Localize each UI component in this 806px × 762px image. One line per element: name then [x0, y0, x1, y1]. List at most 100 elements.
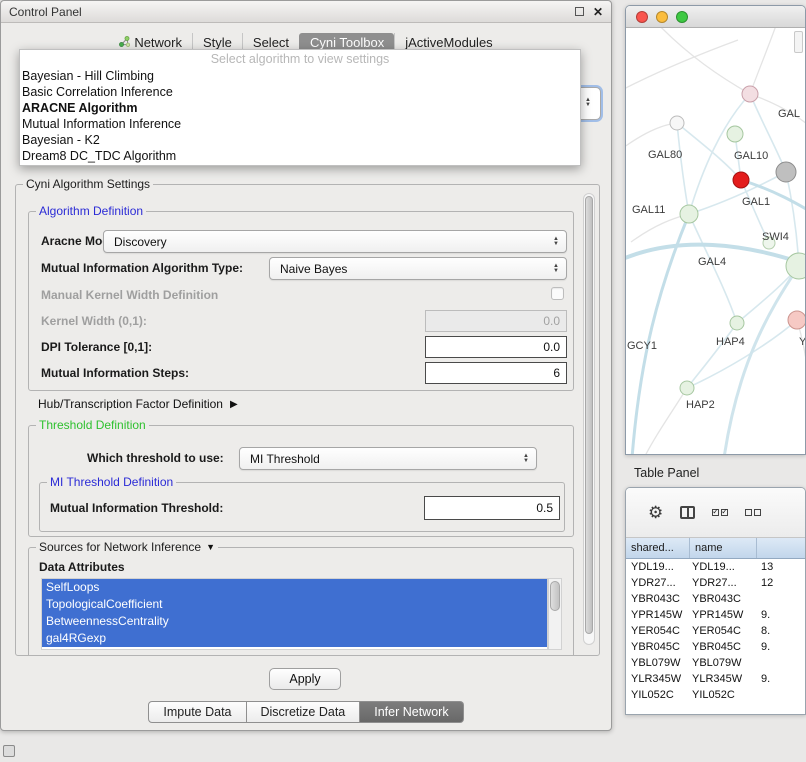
- node-label: GAL1: [742, 196, 770, 208]
- tab-label: Select: [253, 35, 289, 50]
- settings-scrollbar[interactable]: [583, 193, 595, 645]
- bottom-tab-impute-data[interactable]: Impute Data: [148, 701, 246, 723]
- apply-button[interactable]: Apply: [269, 668, 341, 690]
- bottom-tab-infer-network[interactable]: Infer Network: [360, 701, 463, 723]
- table-row[interactable]: YPR145WYPR145W9.: [626, 607, 805, 623]
- control-panel-window: Control Panel ✕ NetworkStyleSelectCyni T…: [0, 0, 612, 731]
- settings-group-title: Cyni Algorithm Settings: [23, 177, 153, 191]
- table-cell: 8.: [757, 625, 805, 637]
- algorithm-option-basic-correlation-inference[interactable]: Basic Correlation Inference: [20, 84, 580, 100]
- algorithm-placeholder: Select algorithm to view settings: [20, 51, 580, 68]
- network-node[interactable]: [730, 316, 744, 330]
- hub-definition-toggle[interactable]: Hub/Transcription Factor Definition ▶: [38, 397, 238, 411]
- table-cell: YBR043C: [626, 593, 690, 605]
- tab-label: Cyni Toolbox: [310, 35, 384, 50]
- which-threshold-label: Which threshold to use:: [87, 451, 224, 465]
- network-window-titlebar: [626, 6, 805, 28]
- zoom-traffic-light-icon[interactable]: [676, 11, 688, 23]
- table-cell: YBR045C: [690, 641, 757, 653]
- algorithm-option-bayesian-hill-climbing[interactable]: Bayesian - Hill Climbing: [20, 68, 580, 84]
- table-row[interactable]: YER054CYER054C8.: [626, 623, 805, 639]
- threshold-type-value: MI Threshold: [250, 452, 320, 466]
- table-cell: YBL079W: [626, 657, 690, 669]
- column-header-shared[interactable]: shared...: [626, 538, 690, 558]
- table-row[interactable]: YDL19...YDL19...13: [626, 559, 805, 575]
- sources-group-title[interactable]: Sources for Network Inference ▼: [36, 540, 218, 554]
- network-edge: [677, 123, 689, 214]
- algorithm-option-bayesian-k2[interactable]: Bayesian - K2: [20, 132, 580, 148]
- column-header-name[interactable]: name: [690, 538, 757, 558]
- table-row[interactable]: YBL079WYBL079W: [626, 655, 805, 671]
- network-node[interactable]: [670, 116, 684, 130]
- bottom-tab-discretize-data[interactable]: Discretize Data: [247, 701, 361, 723]
- network-scrollbar[interactable]: [794, 31, 803, 53]
- algorithm-definition-group: Algorithm Definition Aracne Mode: Discov…: [28, 211, 574, 391]
- columns-icon[interactable]: [680, 506, 695, 519]
- node-label: GAL11: [632, 204, 665, 216]
- table-row[interactable]: YDR27...YDR27...12: [626, 575, 805, 591]
- network-canvas[interactable]: GALGAL80GAL10GAL11GAL1SWI4GAL4GCY1HAP4HA…: [626, 28, 806, 455]
- threshold-type-select[interactable]: MI Threshold ▲▼: [239, 447, 537, 470]
- algorithm-options: Bayesian - Hill ClimbingBasic Correlatio…: [20, 68, 580, 164]
- gear-icon[interactable]: ⚙: [648, 504, 663, 521]
- attribute-item-gal4rgexp[interactable]: gal4RGexp: [42, 630, 547, 647]
- aracne-mode-select[interactable]: Discovery ▲▼: [103, 230, 567, 253]
- data-attributes-label: Data Attributes: [39, 560, 125, 574]
- attribute-item-selfloops[interactable]: SelfLoops: [42, 579, 547, 596]
- table-row[interactable]: YBR043CYBR043C: [626, 591, 805, 607]
- minimized-panel-icon[interactable]: [3, 745, 15, 757]
- close-icon[interactable]: ✕: [593, 7, 603, 17]
- attribute-item-betweennesscentrality[interactable]: BetweennessCentrality: [42, 613, 547, 630]
- table-cell: YDL19...: [690, 561, 757, 573]
- attributes-scrollbar-thumb[interactable]: [550, 581, 560, 611]
- sources-title-label: Sources for Network Inference: [39, 540, 201, 554]
- network-node[interactable]: [680, 381, 694, 395]
- table-cell: 12: [757, 577, 805, 589]
- select-all-columns-icon[interactable]: [712, 509, 728, 516]
- dpi-tolerance-input[interactable]: 0.0: [425, 336, 567, 358]
- settings-scrollbar-thumb[interactable]: [585, 196, 593, 634]
- network-node[interactable]: [680, 205, 698, 223]
- table-cell: YLR345W: [626, 673, 690, 685]
- algorithm-dropdown-popup: Select algorithm to view settings Bayesi…: [19, 49, 581, 166]
- algorithm-option-mutual-information-inference[interactable]: Mutual Information Inference: [20, 116, 580, 132]
- mi-threshold-label: Mutual Information Threshold:: [50, 501, 223, 515]
- node-label: GAL: [778, 108, 800, 120]
- hub-definition-label: Hub/Transcription Factor Definition: [38, 397, 223, 411]
- network-edge: [786, 172, 799, 266]
- network-node[interactable]: [727, 126, 743, 142]
- algorithm-option-dream8-dc-tdc-algorithm[interactable]: Dream8 DC_TDC Algorithm: [20, 148, 580, 164]
- expand-right-icon: ▶: [230, 399, 238, 410]
- mi-type-select[interactable]: Naive Bayes ▲▼: [269, 257, 567, 280]
- attributes-scrollbar[interactable]: [548, 578, 562, 650]
- column-header-2[interactable]: [757, 538, 805, 558]
- sources-group: Sources for Network Inference ▼ Data Att…: [28, 547, 574, 655]
- node-label: HAP2: [686, 399, 715, 411]
- attribute-item-topologicalcoefficient[interactable]: TopologicalCoefficient: [42, 596, 547, 613]
- network-node[interactable]: [733, 172, 749, 188]
- network-node[interactable]: [776, 162, 796, 182]
- table-cell: YPR145W: [690, 609, 757, 621]
- mi-threshold-input[interactable]: 0.5: [424, 496, 560, 520]
- mi-steps-input[interactable]: 6: [425, 362, 567, 384]
- node-label: GAL10: [734, 150, 768, 162]
- table-row[interactable]: YBR045CYBR045C9.: [626, 639, 805, 655]
- network-edge: [689, 214, 737, 323]
- algorithm-option-aracne-algorithm[interactable]: ARACNE Algorithm: [20, 100, 580, 116]
- combo-arrows-icon: ▲▼: [585, 98, 591, 108]
- close-traffic-light-icon[interactable]: [636, 11, 648, 23]
- table-toolbar: ⚙: [626, 488, 805, 538]
- network-node[interactable]: [788, 311, 806, 329]
- deselect-all-columns-icon[interactable]: [745, 509, 761, 516]
- float-window-icon[interactable]: [575, 7, 584, 16]
- network-edge: [724, 266, 799, 455]
- network-edge: [797, 320, 806, 413]
- manual-kernel-checkbox[interactable]: [551, 287, 564, 300]
- node-label: Y: [799, 336, 806, 348]
- data-attributes-list[interactable]: SelfLoopsTopologicalCoefficientBetweenne…: [41, 578, 548, 650]
- table-row[interactable]: YLR345WYLR345W9.: [626, 671, 805, 687]
- minimize-traffic-light-icon[interactable]: [656, 11, 668, 23]
- network-node[interactable]: [742, 86, 758, 102]
- table-cell: YDR27...: [690, 577, 757, 589]
- table-row[interactable]: YIL052CYIL052C: [626, 687, 805, 703]
